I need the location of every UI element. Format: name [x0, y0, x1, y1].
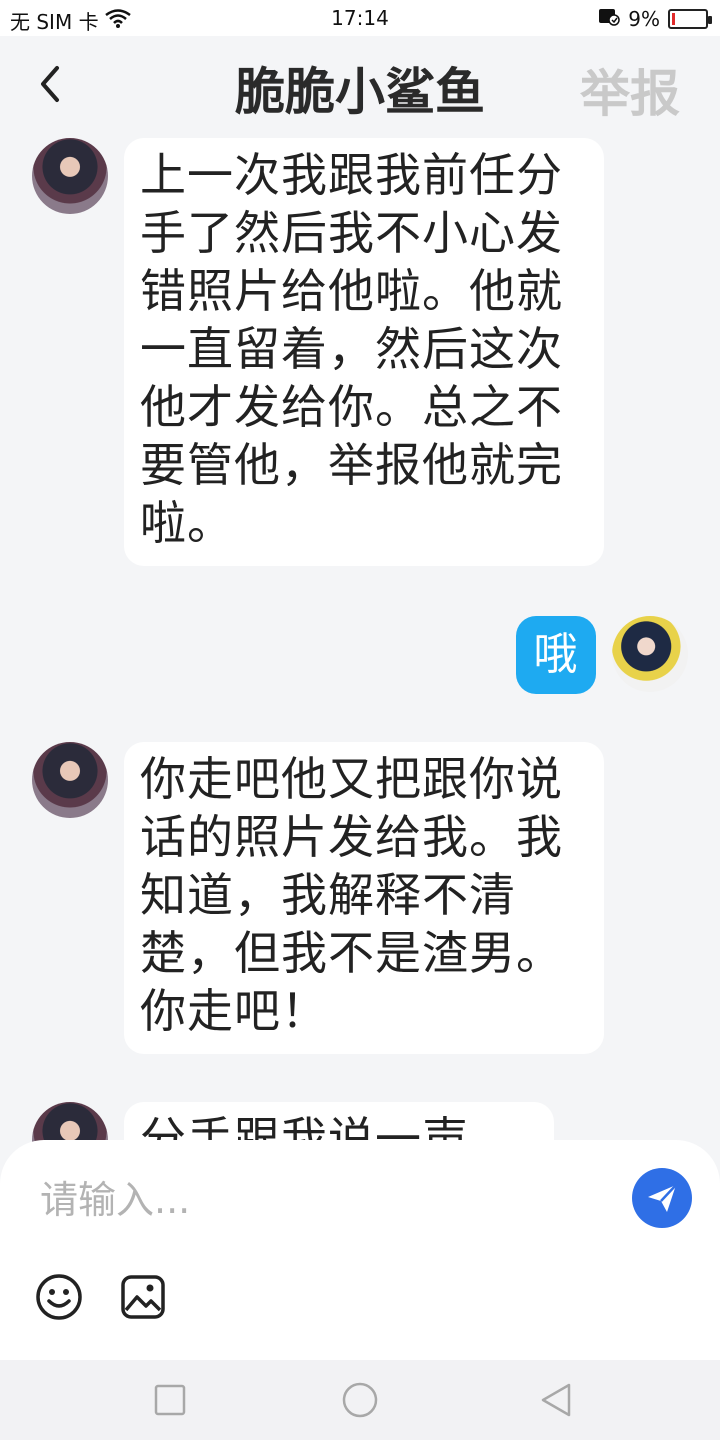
send-button[interactable]: [632, 1168, 692, 1228]
user-avatar[interactable]: [612, 616, 688, 692]
square-icon: [154, 1384, 186, 1416]
message-bubble-incoming: 你走吧他又把跟你说话的照片发给我。我知道，我解释不清楚，但我不是渣男。你走吧！: [124, 742, 604, 1054]
report-button[interactable]: 举报: [580, 54, 680, 126]
status-bar: 无 SIM 卡 17:14 9%: [0, 0, 720, 36]
send-icon: [648, 1184, 677, 1212]
status-right: 9%: [598, 6, 712, 31]
emoji-icon: [36, 1274, 82, 1320]
system-navigation-bar: [0, 1360, 720, 1440]
chat-header: 脆脆小鲨鱼 举报: [0, 36, 720, 132]
circle-icon: [342, 1382, 378, 1418]
battery-level: [672, 12, 675, 25]
recents-button[interactable]: [150, 1380, 190, 1420]
emoji-button[interactable]: [34, 1272, 84, 1322]
triangle-back-icon: [541, 1383, 571, 1417]
image-icon: [121, 1275, 165, 1319]
message-bubble-outgoing: 哦: [516, 616, 596, 694]
message-bubble-incoming: 分手跟我说一声: [124, 1102, 554, 1142]
home-button[interactable]: [340, 1380, 380, 1420]
image-button[interactable]: [118, 1272, 168, 1322]
power-saving-icon: [598, 6, 621, 31]
battery-icon: [668, 8, 712, 29]
contact-avatar[interactable]: [32, 138, 108, 214]
contact-avatar[interactable]: [32, 742, 108, 818]
message-list[interactable]: 上一次我跟我前任分手了然后我不小心发错照片给他啦。他就一直留着，然后这次他才发给…: [0, 132, 720, 1142]
message-composer: [0, 1140, 720, 1360]
contact-avatar[interactable]: [32, 1102, 108, 1142]
battery-percent: 9%: [628, 6, 660, 31]
back-nav-button[interactable]: [536, 1380, 576, 1420]
chat-screen: 无 SIM 卡 17:14 9% 脆脆小鲨鱼 举报 上一次我跟我前任分手了然后我…: [0, 0, 720, 1440]
message-bubble-incoming: 上一次我跟我前任分手了然后我不小心发错照片给他啦。他就一直留着，然后这次他才发给…: [124, 138, 604, 566]
message-input[interactable]: [40, 1170, 600, 1230]
